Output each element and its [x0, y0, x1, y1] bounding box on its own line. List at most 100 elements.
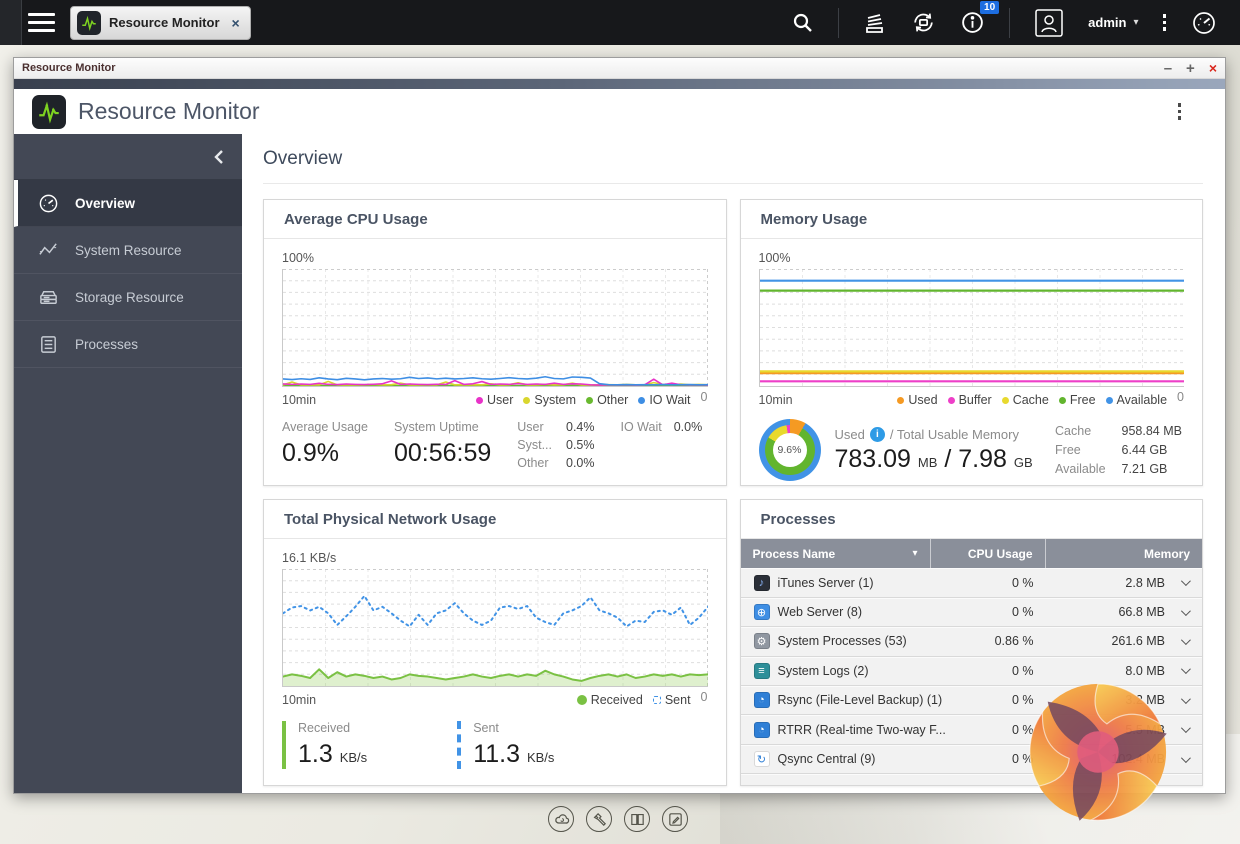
sidebar-item-system-resource[interactable]: System Resource — [14, 227, 242, 274]
legend-dot-used — [897, 396, 905, 404]
legend-label: Received — [590, 693, 643, 707]
cloud-icon[interactable] — [548, 806, 574, 832]
x-axis-range-label: 10min — [282, 393, 317, 407]
notes-icon[interactable] — [662, 806, 688, 832]
legend-label: Free — [1069, 393, 1096, 407]
storage-drive-icon — [40, 290, 57, 304]
taskbar-actions: 10 admin ▾ — [792, 1, 1240, 38]
expand-chevron-icon[interactable] — [1180, 635, 1191, 645]
network-legend: Received Sent — [576, 693, 691, 707]
sort-caret-icon: ▾ — [912, 548, 918, 560]
panel-title: Processes — [760, 511, 836, 528]
sidebar-collapse-button[interactable] — [14, 134, 242, 180]
legend-dot-received — [576, 695, 587, 705]
cpu-legend: User System Other IO Wait — [475, 393, 691, 407]
sidebar-item-processes[interactable]: Processes — [14, 321, 242, 368]
process-row-rtrr[interactable]: ◔ RTRR (Real-time Two-way F... 0 % 5.5 MB — [740, 715, 1202, 745]
background-tasks-icon[interactable] — [863, 11, 887, 35]
chevron-down-icon: ▾ — [1133, 17, 1139, 28]
panel-title: Total Physical Network Usage — [284, 511, 497, 528]
search-icon[interactable] — [792, 12, 814, 34]
app-title: Resource Monitor — [78, 98, 260, 124]
y-axis-min-label: 0 — [700, 690, 708, 704]
expand-chevron-icon[interactable] — [1180, 664, 1191, 675]
panel-network-usage: Total Physical Network Usage 16.1 KB/s 1… — [263, 499, 727, 786]
main-menu-icon[interactable] — [28, 13, 55, 32]
y-axis-min-label: 0 — [1177, 390, 1184, 404]
legend-dot-user — [475, 396, 483, 404]
x-axis-range-label: 10min — [758, 393, 793, 407]
window-more-options-icon[interactable] — [1177, 103, 1181, 120]
notifications-icon[interactable]: 10 — [960, 1, 1000, 35]
taskbar-divider — [838, 7, 840, 38]
external-device-icon[interactable] — [911, 10, 936, 35]
legend-label: Sent — [664, 693, 691, 707]
sidebar-item-overview[interactable]: Overview — [14, 180, 242, 227]
expand-chevron-icon[interactable] — [1180, 723, 1191, 734]
sidebar-item-label: Overview — [75, 195, 136, 211]
column-header-cpu-usage[interactable]: CPU Usage — [931, 539, 1046, 569]
username-label: admin — [1088, 15, 1127, 30]
maximize-button[interactable]: + — [1186, 61, 1195, 76]
stat-system-uptime: System Uptime 00:56:59 — [393, 420, 492, 467]
sidebar-item-label: Processes — [75, 336, 139, 352]
book-icon[interactable] — [624, 806, 650, 832]
process-row-partial — [740, 774, 1202, 785]
panel-processes: Processes Process Name ▾ CPU Usage Memory… — [739, 499, 1203, 786]
itunes-server-icon: ♪ — [753, 574, 770, 591]
qsync-central-icon: ↻ — [753, 751, 770, 768]
process-row-itunes-server[interactable]: ♪ iTunes Server (1) 0 % 2.8 MB — [740, 568, 1202, 598]
window-title: Resource Monitor — [22, 62, 116, 74]
taskbar-tab-resource-monitor[interactable]: Resource Monitor × — [70, 5, 251, 40]
panel-title: Average CPU Usage — [284, 211, 428, 228]
main-content: Overview Average CPU Usage 100% 10min Us… — [242, 134, 1225, 793]
dashboard-gauge-icon[interactable] — [1190, 9, 1218, 37]
tools-icon[interactable] — [586, 806, 612, 832]
legend-label: IO Wait — [649, 393, 691, 407]
network-usage-chart — [282, 569, 708, 687]
legend-label: User — [486, 393, 514, 407]
process-row-system-processes[interactable]: ⚙ System Processes (53) 0.86 % 261.6 MB — [740, 627, 1202, 657]
process-row-qsync-central[interactable]: ↻ Qsync Central (9) 0 % 102.4 MB — [740, 744, 1202, 775]
expand-chevron-icon[interactable] — [1180, 576, 1191, 587]
stat-sent: Sent 11.3 KB/s — [457, 721, 554, 769]
memory-usage-chart — [758, 269, 1184, 387]
minimize-button[interactable]: – — [1164, 61, 1172, 76]
gauge-icon — [39, 194, 58, 212]
expand-chevron-icon[interactable] — [1180, 752, 1191, 763]
user-menu[interactable]: admin ▾ — [1088, 15, 1138, 30]
sidebar-item-storage-resource[interactable]: Storage Resource — [14, 274, 242, 321]
expand-chevron-icon[interactable] — [1180, 693, 1191, 704]
user-avatar-icon[interactable] — [1034, 8, 1064, 38]
tab-close-icon[interactable]: × — [232, 15, 240, 31]
memory-legend: Used Buffer Cache Free Available — [897, 393, 1167, 407]
tab-label: Resource Monitor — [109, 15, 220, 30]
sidebar-item-label: Storage Resource — [75, 289, 184, 305]
column-header-process-name[interactable]: Process Name ▾ — [741, 539, 931, 569]
cpu-breakdown: User 0.4% Syst... 0.5% Other 0.0% — [517, 420, 595, 470]
column-header-memory[interactable]: Memory — [1046, 539, 1203, 568]
resource-monitor-window: Resource Monitor – + × Resource Monitor — [13, 57, 1226, 794]
process-row-rsync[interactable]: ◔ Rsync (File-Level Backup) (1) 0 % 3.2 M… — [740, 686, 1202, 716]
legend-dot-free — [1058, 396, 1066, 404]
header-accent-strip — [14, 79, 1225, 89]
y-axis-max-label: 100% — [282, 251, 314, 265]
notification-badge: 10 — [980, 1, 1000, 14]
system-processes-icon: ⚙ — [753, 633, 770, 650]
process-row-system-logs[interactable]: ≡ System Logs (2) 0 % 8.0 MB — [740, 656, 1202, 687]
memory-used-total: Used i / Total Usable Memory 783.09 MB /… — [834, 426, 1033, 473]
cpu-usage-chart — [282, 269, 708, 387]
process-row-web-server[interactable]: ⊕ Web Server (8) 0 % 66.8 MB — [740, 597, 1202, 628]
stat-received: Received 1.3 KB/s — [282, 721, 367, 769]
desktop-dock — [548, 806, 688, 832]
info-icon[interactable]: i — [869, 426, 885, 442]
window-titlebar[interactable]: Resource Monitor – + × — [14, 58, 1225, 79]
close-button[interactable]: × — [1209, 61, 1217, 75]
memory-donut-chart: 9.6% — [758, 419, 821, 481]
expand-chevron-icon[interactable] — [1180, 605, 1191, 616]
more-options-icon[interactable] — [1162, 14, 1166, 31]
legend-label: Available — [1116, 393, 1168, 407]
y-axis-min-label: 0 — [700, 390, 708, 404]
taskbar-divider — [1009, 7, 1011, 38]
rsync-icon: ◔ — [753, 692, 770, 709]
